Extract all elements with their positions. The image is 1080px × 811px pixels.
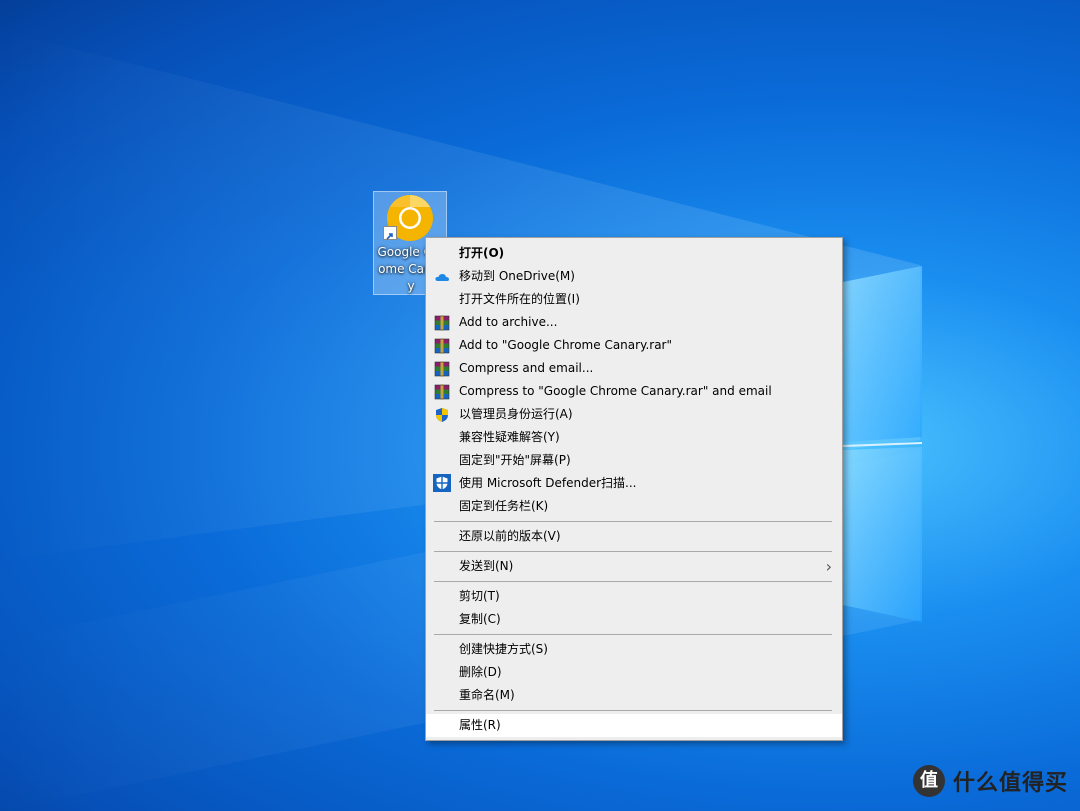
menu-separator — [434, 551, 832, 552]
watermark-logo: 值 — [912, 765, 945, 797]
watermark-text: 什么值得买 — [952, 771, 1068, 796]
menu-item[interactable]: 打开(O) — [426, 242, 842, 265]
winrar-icon — [434, 315, 450, 331]
menu-item[interactable]: 复制(C) — [426, 608, 842, 631]
menu-item-label: 固定到"开始"屏幕(P) — [459, 453, 571, 467]
menu-item[interactable]: 属性(R) — [426, 714, 842, 737]
menu-item[interactable]: Compress and email... — [426, 357, 842, 380]
desktop[interactable]: Google Chrome Canary 打开(O) 移动到 OneDrive(M… — [0, 0, 1080, 811]
chevron-right-icon: › — [825, 557, 832, 576]
onedrive-icon — [434, 269, 450, 285]
menu-item-label: 创建快捷方式(S) — [459, 642, 548, 656]
menu-item-label: 删除(D) — [459, 665, 502, 679]
menu-item-label: 发送到(N) — [459, 559, 514, 573]
menu-item[interactable]: Compress to "Google Chrome Canary.rar" a… — [426, 380, 842, 403]
menu-item[interactable]: 剪切(T) — [426, 585, 842, 608]
menu-item[interactable]: Add to "Google Chrome Canary.rar" — [426, 334, 842, 357]
menu-item[interactable]: 发送到(N) › — [426, 555, 842, 578]
menu-item[interactable]: Add to archive... — [426, 311, 842, 334]
menu-item-label: 兼容性疑难解答(Y) — [459, 430, 560, 444]
menu-item[interactable]: 以管理员身份运行(A) — [426, 403, 842, 426]
menu-item[interactable]: 固定到"开始"屏幕(P) — [426, 449, 842, 472]
menu-item-label: 打开文件所在的位置(I) — [459, 292, 580, 306]
shortcut-arrow-icon — [383, 226, 397, 240]
winrar-icon — [434, 384, 450, 400]
winrar-icon — [434, 361, 450, 377]
menu-item-label: 属性(R) — [459, 718, 501, 732]
menu-separator — [434, 634, 832, 635]
menu-item-label: 移动到 OneDrive(M) — [459, 269, 575, 283]
menu-item-label: 重命名(M) — [459, 688, 515, 702]
winrar-icon — [434, 338, 450, 354]
defender-icon — [433, 474, 451, 492]
menu-item-label: 打开(O) — [459, 246, 505, 260]
menu-item-label: 剪切(T) — [459, 589, 500, 603]
menu-item[interactable]: 移动到 OneDrive(M) — [426, 265, 842, 288]
menu-separator — [434, 521, 832, 522]
menu-item-label: Add to archive... — [459, 315, 558, 329]
menu-item[interactable]: 兼容性疑难解答(Y) — [426, 426, 842, 449]
uac-shield-icon — [434, 407, 450, 423]
watermark: 值 什么值得买 — [912, 761, 1068, 801]
menu-item[interactable]: 打开文件所在的位置(I) — [426, 288, 842, 311]
menu-item[interactable]: 重命名(M) — [426, 684, 842, 707]
menu-separator — [434, 581, 832, 582]
menu-item[interactable]: 使用 Microsoft Defender扫描... — [426, 472, 842, 495]
menu-item-label: Add to "Google Chrome Canary.rar" — [459, 338, 673, 352]
menu-item[interactable]: 创建快捷方式(S) — [426, 638, 842, 661]
menu-item[interactable]: 还原以前的版本(V) — [426, 525, 842, 548]
menu-item-label: 以管理员身份运行(A) — [459, 407, 573, 421]
menu-separator — [434, 710, 832, 711]
context-menu: 打开(O) 移动到 OneDrive(M) 打开文件所在的位置(I) Add to a… — [425, 237, 843, 741]
menu-item-label: 还原以前的版本(V) — [459, 529, 561, 543]
menu-item[interactable]: 删除(D) — [426, 661, 842, 684]
menu-item-label: Compress and email... — [459, 361, 594, 375]
menu-item[interactable]: 固定到任务栏(K) — [426, 495, 842, 518]
menu-item-label: Compress to "Google Chrome Canary.rar" a… — [459, 384, 772, 398]
menu-item-label: 固定到任务栏(K) — [459, 499, 549, 513]
menu-item-label: 复制(C) — [459, 612, 501, 626]
menu-item-label: 使用 Microsoft Defender扫描... — [459, 476, 637, 490]
